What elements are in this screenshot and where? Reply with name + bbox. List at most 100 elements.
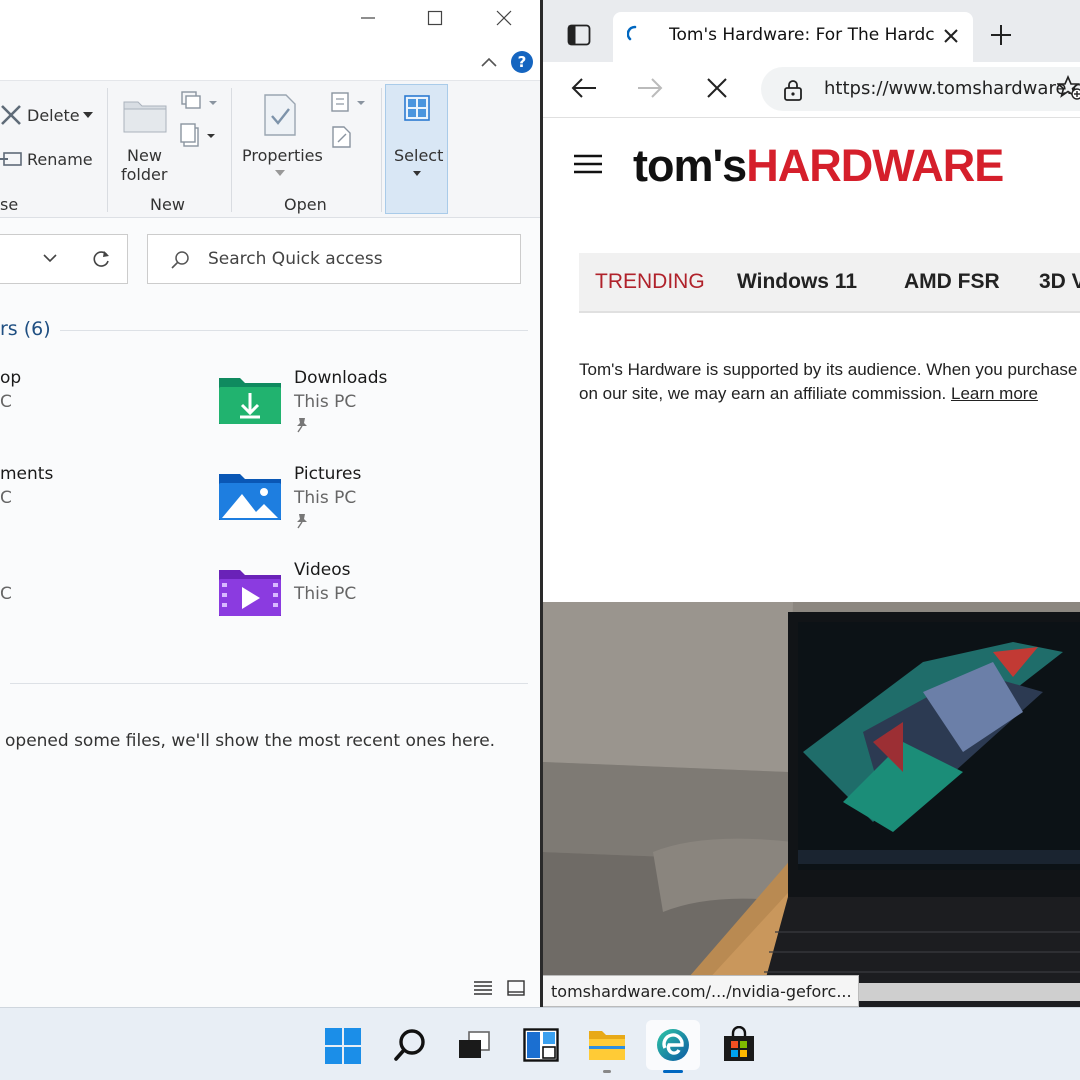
horizontal-scrollbar[interactable] <box>859 983 1080 1001</box>
stop-loading-icon[interactable] <box>707 78 727 98</box>
logo-toms: tom's <box>633 140 747 191</box>
close-tab-icon[interactable] <box>944 29 958 43</box>
search-button[interactable] <box>383 1020 437 1070</box>
windows-logo-icon <box>325 1028 361 1064</box>
link-preview-statusbar: tomshardware.com/.../nvidia-geforc... <box>543 975 859 1007</box>
learn-more-link[interactable]: Learn more <box>951 384 1038 403</box>
search-icon <box>171 251 189 269</box>
delete-x-icon <box>1 105 21 125</box>
select-label: Select <box>394 146 444 165</box>
folder-name: Pictures <box>294 464 362 484</box>
back-icon[interactable] <box>571 77 597 99</box>
start-button[interactable] <box>316 1020 370 1070</box>
new-folder-icon <box>123 101 167 133</box>
edge-icon <box>657 1029 689 1061</box>
trending-link[interactable]: 3D V <box>1039 270 1080 294</box>
edge-browser-window: Tom's Hardware: For The Hardcore https:/… <box>540 0 1080 1007</box>
trending-link[interactable]: Windows 11 <box>737 270 857 294</box>
folder-name: Downloads <box>294 368 388 388</box>
large-icons-view-icon[interactable] <box>506 979 526 997</box>
close-button[interactable] <box>484 6 524 36</box>
add-favorite-icon[interactable] <box>1057 75 1080 101</box>
recent-files-empty-message: opened some files, we'll show the most r… <box>5 731 496 751</box>
help-icon[interactable]: ? <box>510 50 534 74</box>
close-icon <box>496 10 512 26</box>
store-taskbar-button[interactable] <box>712 1020 766 1070</box>
site-logo[interactable]: tom'sHARDWARE <box>633 140 1004 192</box>
pictures-folder-icon <box>219 474 281 520</box>
forward-icon[interactable] <box>637 77 663 99</box>
maximize-button[interactable] <box>415 6 455 36</box>
downloads-folder-icon <box>219 378 281 424</box>
dropdown-arrow-icon <box>83 112 93 118</box>
search-input[interactable]: Search Quick access <box>147 234 521 284</box>
dropdown-arrow-icon <box>413 171 421 176</box>
browser-tab[interactable]: Tom's Hardware: For The Hardcore <box>613 12 973 62</box>
search-icon <box>394 1029 425 1061</box>
logo-hardware: HARDWARE <box>746 140 1004 191</box>
search-placeholder: Search Quick access <box>208 249 383 269</box>
address-bar[interactable]: https://www.tomshardware.com/ <box>761 67 1080 111</box>
microsoft-store-icon <box>724 1026 754 1061</box>
running-indicator <box>603 1070 611 1073</box>
open-item-icons[interactable] <box>330 90 370 150</box>
widgets-button[interactable] <box>514 1020 568 1070</box>
properties-label: Properties <box>242 146 323 165</box>
ribbon-group-open-label: Open <box>284 195 327 214</box>
folder-name: ments <box>0 464 54 484</box>
edge-taskbar-button[interactable] <box>646 1020 700 1073</box>
minimize-icon <box>361 17 375 19</box>
frequent-folders-heading[interactable]: rs (6) <box>0 318 51 340</box>
trending-link[interactable]: AMD FSR <box>904 270 1000 294</box>
new-tab-icon[interactable] <box>990 24 1012 46</box>
videos-folder-icon <box>219 570 281 616</box>
browser-toolbar: https://www.tomshardware.com/ <box>543 62 1080 118</box>
details-view-icon[interactable] <box>473 979 493 997</box>
hamburger-menu-icon[interactable] <box>573 153 603 175</box>
ribbon-separator <box>381 88 382 212</box>
ribbon-group-new-label: New <box>150 195 185 214</box>
webpage-content: tom'sHARDWARE TRENDING Windows 11 AMD FS… <box>543 118 1080 1007</box>
new-folder-label-line2: folder <box>121 165 168 184</box>
pin-icon <box>297 418 307 433</box>
address-bar[interactable] <box>0 234 128 284</box>
hero-image[interactable] <box>543 602 1080 1007</box>
widgets-icon <box>523 1028 559 1062</box>
svg-text:?: ? <box>518 53 527 71</box>
affiliate-disclaimer: Tom's Hardware is supported by its audie… <box>579 358 1080 406</box>
ribbon-group-organize-label: se <box>0 195 19 214</box>
new-item-icons[interactable] <box>180 90 220 150</box>
explorer-titlebar <box>0 0 540 46</box>
chevron-down-icon[interactable] <box>43 253 57 263</box>
folder-name: Videos <box>294 560 351 580</box>
recent-files-divider <box>10 683 528 684</box>
file-explorer-taskbar-button[interactable] <box>580 1020 634 1073</box>
folder-location: This PC <box>294 584 357 604</box>
task-view-icon <box>459 1031 490 1058</box>
task-view-button[interactable] <box>448 1020 502 1070</box>
delete-label: Delete <box>27 106 80 125</box>
folder-location: C <box>0 584 12 604</box>
rename-label: Rename <box>27 150 93 169</box>
minimize-button[interactable] <box>348 6 388 36</box>
tab-strip: Tom's Hardware: For The Hardcore <box>543 0 1080 62</box>
file-explorer-icon <box>589 1031 625 1060</box>
folder-location: C <box>0 392 12 412</box>
ribbon-separator <box>231 88 232 212</box>
select-button[interactable]: Select <box>385 84 448 214</box>
folder-location: This PC <box>294 488 357 508</box>
dropdown-arrow-icon <box>275 170 285 176</box>
url-text: https://www.tomshardware.com/ <box>824 78 1080 99</box>
desktop: ? Delete Rename se New folder New Proper… <box>0 0 1080 1080</box>
ribbon-separator <box>107 88 108 212</box>
pin-icon <box>297 514 307 529</box>
folder-location: C <box>0 488 12 508</box>
active-indicator <box>663 1070 683 1073</box>
ribbon-tabs-row: ? <box>0 46 540 80</box>
section-divider <box>60 330 528 331</box>
collapse-ribbon-icon[interactable] <box>480 56 498 68</box>
lock-icon[interactable] <box>783 79 803 101</box>
new-folder-label-line1: New <box>127 146 162 165</box>
tab-actions-icon[interactable] <box>567 24 591 46</box>
refresh-icon[interactable] <box>91 249 111 269</box>
